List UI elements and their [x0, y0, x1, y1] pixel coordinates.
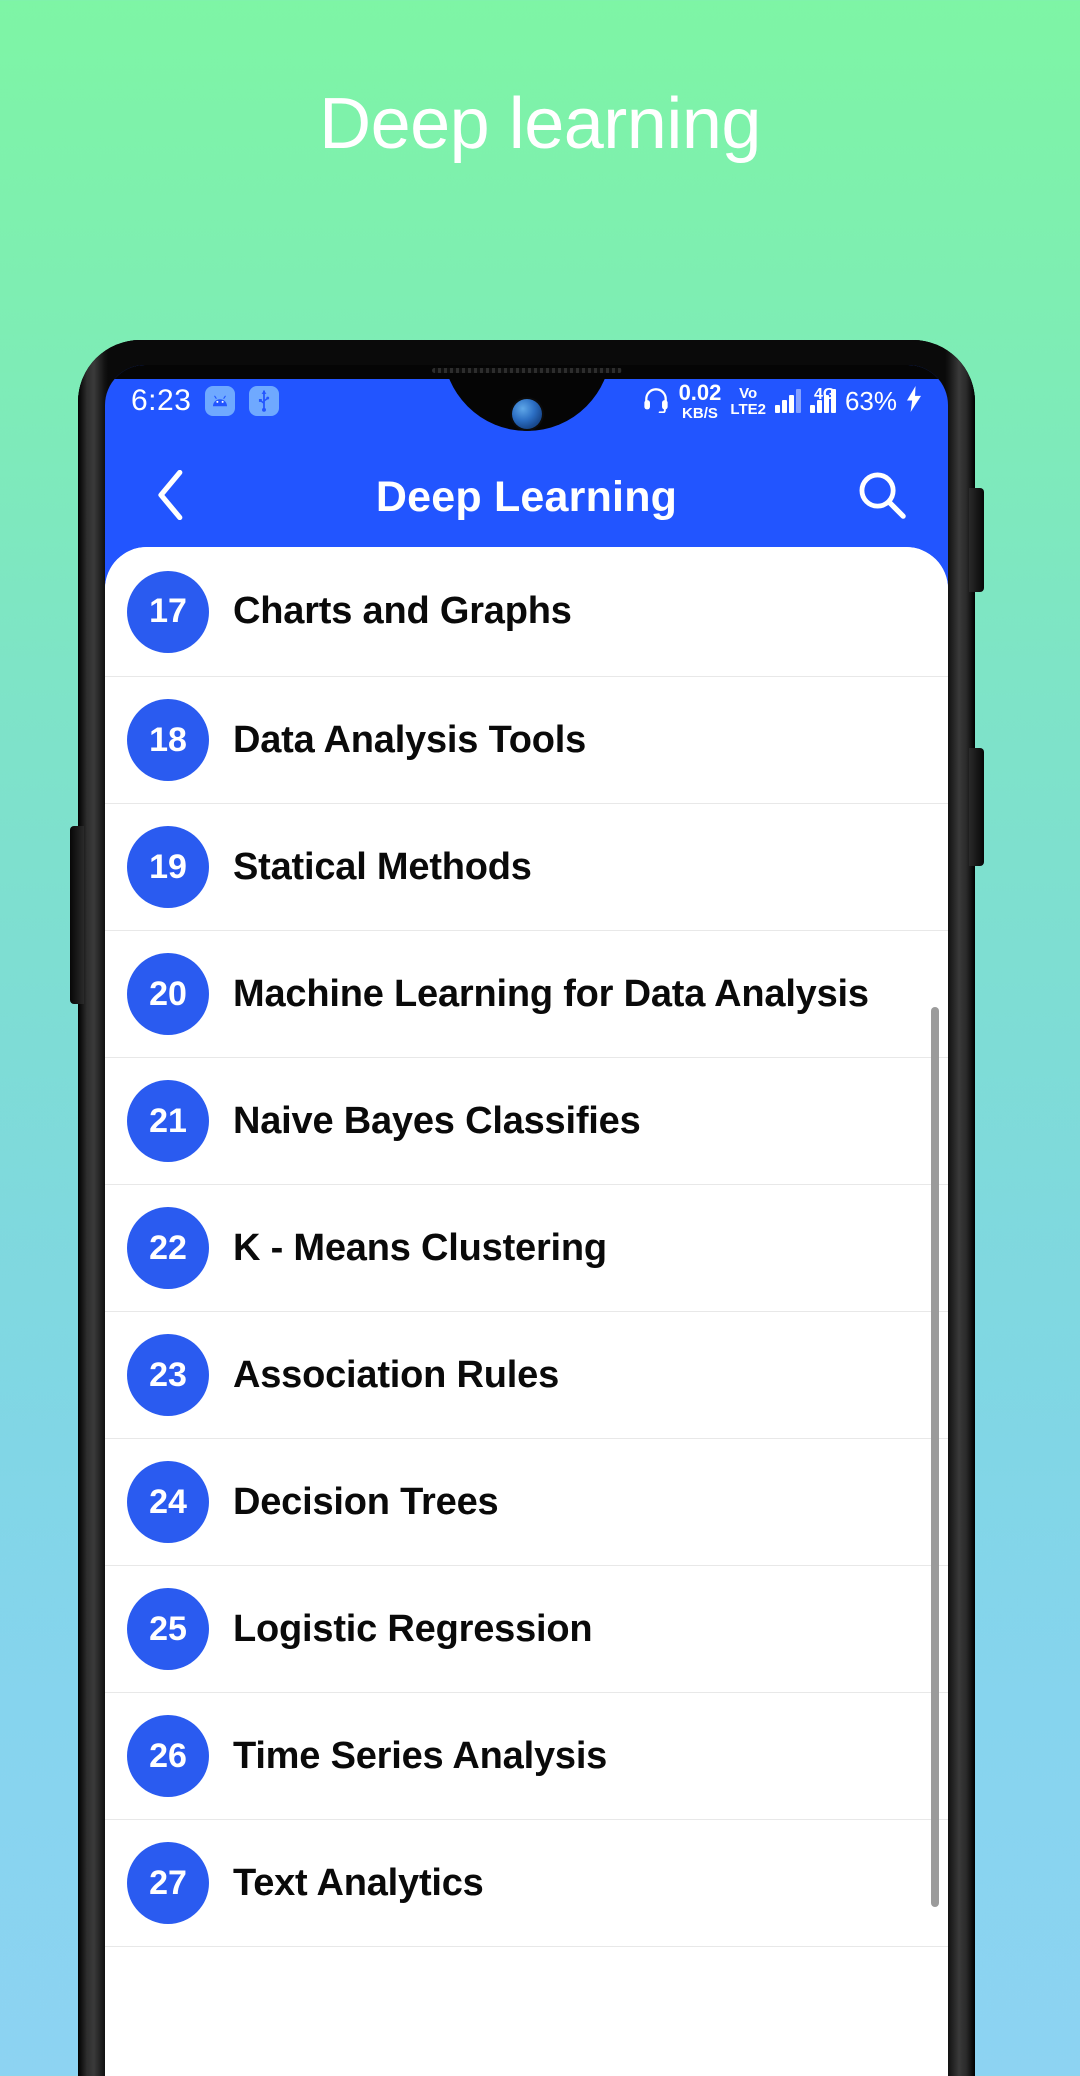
charging-bolt-icon [906, 385, 922, 417]
list-item-number-badge: 27 [127, 1842, 209, 1924]
list-item-number-badge: 19 [127, 826, 209, 908]
list-item-number-badge: 26 [127, 1715, 209, 1797]
list-item-label: Decision Trees [233, 1480, 499, 1523]
network-speed-unit: KB/S [682, 404, 718, 422]
headphones-icon [642, 385, 670, 418]
list-item[interactable]: 17 Charts and Graphs [105, 547, 948, 677]
content-card: 17 Charts and Graphs 18 Data Analysis Tools… [105, 547, 948, 2076]
phone-left-side-button[interactable] [70, 826, 84, 1004]
list-item[interactable]: 18 Data Analysis Tools [105, 677, 948, 804]
list-item-number-badge: 23 [127, 1334, 209, 1416]
list-item-label: Association Rules [233, 1353, 560, 1396]
battery-percentage: 63% [844, 385, 897, 416]
network-type-label: 4G [813, 386, 836, 403]
network-speed-value: 0.02 [678, 379, 722, 405]
list-item-label: Time Series Analysis [233, 1734, 608, 1777]
list-item[interactable]: 20 Machine Learning for Data Analysis [105, 931, 948, 1058]
list-item-label: Statical Methods [233, 845, 532, 888]
list-item-label: Text Analytics [233, 1861, 484, 1904]
list-item[interactable]: 21 Naive Bayes Classifies [105, 1058, 948, 1185]
phone-volume-button[interactable] [969, 488, 984, 592]
list-item[interactable]: 23 Association Rules [105, 1312, 948, 1439]
list-item[interactable]: 25 Logistic Regression [105, 1566, 948, 1693]
list-item[interactable]: 26 Time Series Analysis [105, 1693, 948, 1820]
list-item-label: Machine Learning for Data Analysis [233, 972, 869, 1015]
signal-bars-icon [774, 389, 801, 413]
list-item-number-badge: 18 [127, 699, 209, 781]
topic-list[interactable]: 17 Charts and Graphs 18 Data Analysis Tools… [105, 547, 948, 2076]
search-button[interactable] [850, 465, 914, 529]
volte-indicator: Vo LTE2 [730, 386, 766, 417]
list-item[interactable]: 24 Decision Trees [105, 1439, 948, 1566]
android-icon [205, 386, 236, 416]
list-item[interactable]: 22 K - Means Clustering [105, 1185, 948, 1312]
list-item-number-badge: 22 [127, 1207, 209, 1289]
network-type-indicator: 4G [809, 386, 836, 413]
phone-mockup: 6:23 0.02 KB/S Vo LTE2 4G 63% Deep Learn… [70, 340, 984, 2076]
page-title: Deep learning [319, 84, 761, 164]
list-item[interactable]: 19 Statical Methods [105, 804, 948, 931]
list-item-number-badge: 21 [127, 1080, 209, 1162]
list-item[interactable]: 27 Text Analytics [105, 1820, 948, 1947]
list-scrollbar[interactable] [931, 1007, 939, 1907]
list-item-number-badge: 17 [127, 570, 209, 653]
list-item-label: Naive Bayes Classifies [233, 1099, 641, 1142]
list-item-label: K - Means Clustering [233, 1226, 607, 1269]
network-speed: 0.02 KB/S [678, 379, 722, 422]
back-chevron-icon [154, 469, 188, 525]
volte-line-2: LTE2 [730, 400, 766, 418]
list-item-number-badge: 24 [127, 1461, 209, 1543]
back-button[interactable] [139, 465, 203, 529]
search-icon [856, 469, 908, 526]
app-bar-title: Deep Learning [375, 472, 678, 521]
volte-line-1: Vo [739, 384, 758, 402]
app-bar: Deep Learning [105, 437, 948, 557]
phone-power-button[interactable] [969, 748, 984, 866]
phone-screen: 6:23 0.02 KB/S Vo LTE2 4G 63% Deep Learn… [105, 365, 948, 2076]
list-item-label: Data Analysis Tools [233, 718, 587, 761]
list-item-label: Logistic Regression [233, 1607, 593, 1650]
list-item-number-badge: 20 [127, 953, 209, 1035]
usb-icon [249, 386, 280, 416]
list-item-number-badge: 25 [127, 1588, 209, 1670]
list-item-label: Charts and Graphs [233, 590, 572, 633]
status-bar: 6:23 0.02 KB/S Vo LTE2 4G 63% [105, 365, 948, 437]
status-bar-left: 6:23 [131, 384, 280, 418]
clock-time: 6:23 [131, 384, 192, 417]
status-bar-right: 0.02 KB/S Vo LTE2 4G 63% [642, 379, 922, 422]
